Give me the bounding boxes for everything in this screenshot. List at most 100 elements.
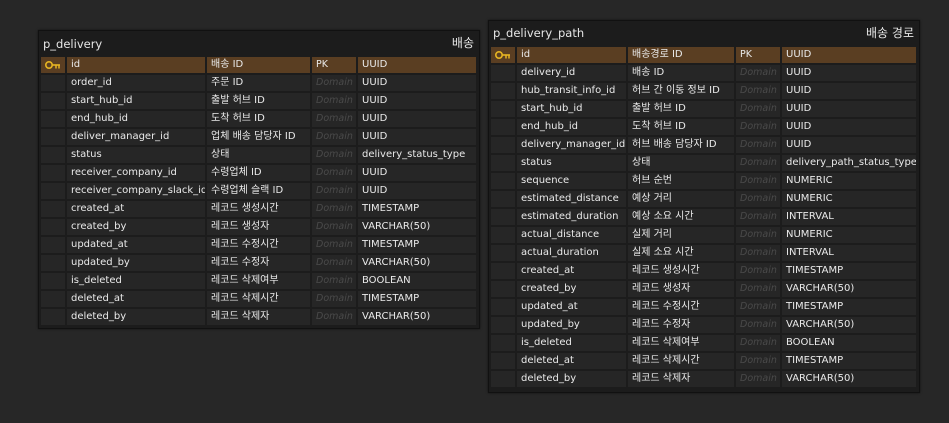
column-type: UUID <box>358 93 476 109</box>
table-row[interactable]: status 상태 Domain delivery_path_status_type <box>490 154 918 172</box>
table-row[interactable]: created_at 레코드 생성시간 Domain TIMESTAMP <box>490 262 918 280</box>
column-name: updated_by <box>517 317 626 333</box>
table-row[interactable]: hub_transit_info_id 허브 간 이동 정보 ID Domain UU… <box>490 82 918 100</box>
table-p-delivery-path[interactable]: p_delivery_path 배송 경로 id 배송경로 ID PK UUID del… <box>488 20 920 393</box>
row-marker <box>41 309 65 325</box>
column-key: PK <box>312 57 356 73</box>
table-name: p_delivery <box>43 37 103 51</box>
table-row[interactable]: delivery_manager_id 허브 배송 담당자 ID Domain UUI… <box>490 136 918 154</box>
column-key: Domain <box>736 281 780 297</box>
table-row[interactable]: created_by 레코드 생성자 Domain VARCHAR(50) <box>490 280 918 298</box>
column-comment: 레코드 수정자 <box>628 317 734 333</box>
column-key: Domain <box>312 291 356 307</box>
column-type: BOOLEAN <box>782 335 916 351</box>
table-row[interactable]: estimated_duration 예상 소요 시간 Domain INTERVAL <box>490 208 918 226</box>
column-name: created_by <box>67 219 205 235</box>
column-type: UUID <box>782 83 916 99</box>
table-row[interactable]: created_at 레코드 생성시간 Domain TIMESTAMP <box>40 200 478 218</box>
row-marker <box>491 83 515 99</box>
table-row[interactable]: deleted_by 레코드 삭제자 Domain VARCHAR(50) <box>40 308 478 326</box>
column-name: delivery_id <box>517 65 626 81</box>
column-key: Domain <box>736 353 780 369</box>
row-marker <box>41 291 65 307</box>
row-marker <box>491 47 515 63</box>
table-row[interactable]: order_id 주문 ID Domain UUID <box>40 74 478 92</box>
row-marker <box>491 65 515 81</box>
column-name: start_hub_id <box>67 93 205 109</box>
row-marker <box>491 191 515 207</box>
table-row[interactable]: id 배송경로 ID PK UUID <box>490 46 918 64</box>
column-name: created_by <box>517 281 626 297</box>
column-comment: 배송경로 ID <box>628 47 734 63</box>
column-comment: 레코드 생성시간 <box>207 201 310 217</box>
row-marker <box>491 263 515 279</box>
table-row[interactable]: deleted_at 레코드 삭제시간 Domain TIMESTAMP <box>40 290 478 308</box>
row-marker <box>41 111 65 127</box>
table-row[interactable]: deleted_at 레코드 삭제시간 Domain TIMESTAMP <box>490 352 918 370</box>
table-row[interactable]: estimated_distance 예상 거리 Domain NUMERIC <box>490 190 918 208</box>
column-type: UUID <box>358 165 476 181</box>
table-row[interactable]: deleted_by 레코드 삭제자 Domain VARCHAR(50) <box>490 370 918 388</box>
table-row[interactable]: deliver_manager_id 업체 배송 담당자 ID Domain UUID <box>40 128 478 146</box>
table-row[interactable]: created_by 레코드 생성자 Domain VARCHAR(50) <box>40 218 478 236</box>
column-name: actual_distance <box>517 227 626 243</box>
row-marker <box>41 183 65 199</box>
column-comment: 수령업체 ID <box>207 165 310 181</box>
table-row[interactable]: updated_by 레코드 수정자 Domain VARCHAR(50) <box>490 316 918 334</box>
column-type: VARCHAR(50) <box>358 255 476 271</box>
column-name: start_hub_id <box>517 101 626 117</box>
column-key: Domain <box>312 129 356 145</box>
table-row[interactable]: id 배송 ID PK UUID <box>40 56 478 74</box>
column-type: TIMESTAMP <box>358 201 476 217</box>
column-comment: 레코드 삭제여부 <box>628 335 734 351</box>
column-key: Domain <box>736 65 780 81</box>
column-key: Domain <box>312 309 356 325</box>
table-row[interactable]: actual_distance 실제 거리 Domain NUMERIC <box>490 226 918 244</box>
table-row[interactable]: start_hub_id 출발 허브 ID Domain UUID <box>490 100 918 118</box>
column-comment: 허브 간 이동 정보 ID <box>628 83 734 99</box>
table-row[interactable]: updated_at 레코드 수정시간 Domain TIMESTAMP <box>40 236 478 254</box>
column-key: Domain <box>312 273 356 289</box>
row-marker <box>41 93 65 109</box>
column-name: deleted_by <box>517 371 626 387</box>
column-key: Domain <box>736 245 780 261</box>
column-type: NUMERIC <box>782 191 916 207</box>
column-comment: 레코드 수정시간 <box>628 299 734 315</box>
column-name: is_deleted <box>67 273 205 289</box>
column-name: status <box>67 147 205 163</box>
column-key: Domain <box>736 227 780 243</box>
table-row[interactable]: updated_at 레코드 수정시간 Domain TIMESTAMP <box>490 298 918 316</box>
table-row[interactable]: sequence 허브 순번 Domain NUMERIC <box>490 172 918 190</box>
column-type: TIMESTAMP <box>358 237 476 253</box>
table-row[interactable]: end_hub_id 도착 허브 ID Domain UUID <box>490 118 918 136</box>
column-type: UUID <box>358 111 476 127</box>
table-row[interactable]: receiver_company_slack_id 수령업체 슬랙 ID Domai… <box>40 182 478 200</box>
table-header: p_delivery 배송 <box>39 31 479 54</box>
row-marker <box>491 173 515 189</box>
table-row[interactable]: actual_duration 실제 소요 시간 Domain INTERVAL <box>490 244 918 262</box>
column-type: TIMESTAMP <box>358 291 476 307</box>
table-row[interactable]: updated_by 레코드 수정자 Domain VARCHAR(50) <box>40 254 478 272</box>
column-type: UUID <box>782 137 916 153</box>
table-row[interactable]: start_hub_id 출발 허브 ID Domain UUID <box>40 92 478 110</box>
table-row[interactable]: is_deleted 레코드 삭제여부 Domain BOOLEAN <box>490 334 918 352</box>
table-row[interactable]: is_deleted 레코드 삭제여부 Domain BOOLEAN <box>40 272 478 290</box>
column-name: estimated_distance <box>517 191 626 207</box>
column-type: VARCHAR(50) <box>358 309 476 325</box>
table-p-delivery[interactable]: p_delivery 배송 id 배송 ID PK UUID order_id 주문 ID… <box>38 30 480 329</box>
table-row[interactable]: end_hub_id 도착 허브 ID Domain UUID <box>40 110 478 128</box>
column-type: UUID <box>358 75 476 91</box>
table-row[interactable]: status 상태 Domain delivery_status_type <box>40 146 478 164</box>
column-type: NUMERIC <box>782 173 916 189</box>
column-key: Domain <box>736 335 780 351</box>
table-row[interactable]: receiver_company_id 수령업체 ID Domain UUID <box>40 164 478 182</box>
column-name: is_deleted <box>517 335 626 351</box>
row-marker <box>41 237 65 253</box>
column-comment: 업체 배송 담당자 ID <box>207 129 310 145</box>
column-comment: 상태 <box>628 155 734 171</box>
column-key: Domain <box>736 317 780 333</box>
table-row[interactable]: delivery_id 배송 ID Domain UUID <box>490 64 918 82</box>
column-name: created_at <box>517 263 626 279</box>
column-name: deleted_at <box>67 291 205 307</box>
row-marker <box>491 335 515 351</box>
